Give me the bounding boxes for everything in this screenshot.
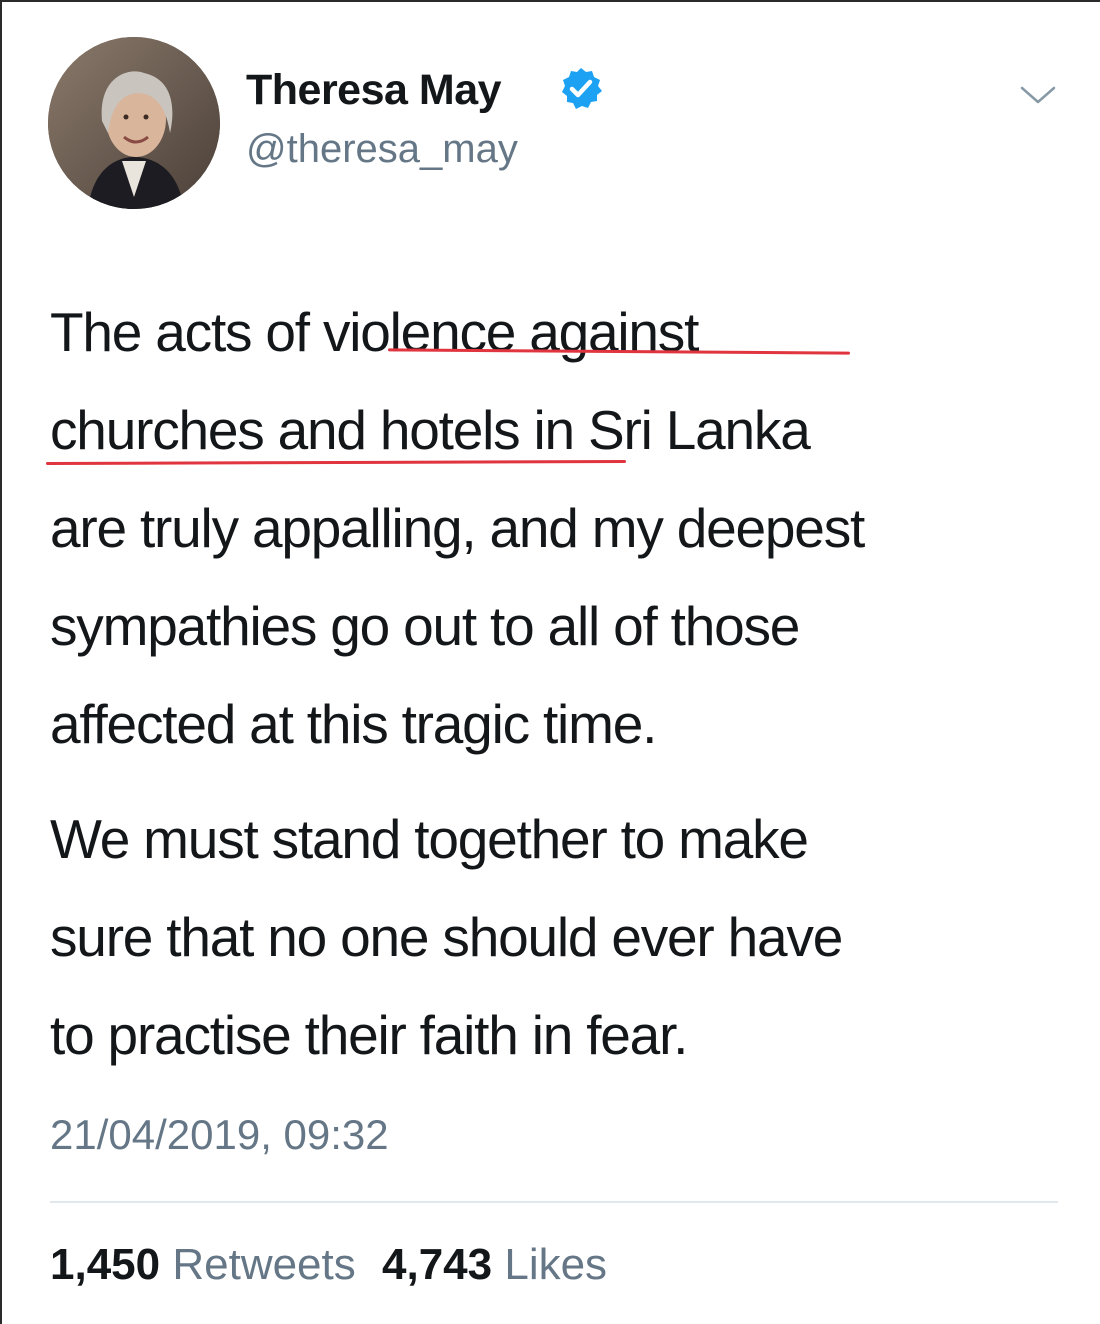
retweets-label: Retweets [172, 1240, 356, 1289]
chevron-down-icon[interactable] [1018, 80, 1058, 110]
avatar[interactable] [48, 37, 220, 209]
tweet-text-paragraph-1: The acts of violence against churches an… [50, 283, 1060, 773]
retweets-count: 1,450 [50, 1240, 161, 1289]
tweet-timestamp[interactable]: 21/04/2019, 09:32 [50, 1111, 389, 1159]
retweets-stat[interactable]: 1,450 Retweets [50, 1240, 368, 1289]
tweet-line: sympathies go out to all of those [50, 595, 800, 657]
window-border-top [0, 0, 1100, 2]
tweet-line: to practise their faith in fear. [50, 1004, 688, 1066]
tweet-line: sure that no one should ever have [50, 906, 843, 968]
tweet-text-paragraph-2: We must stand together to make sure that… [50, 790, 1060, 1084]
verified-badge-icon [562, 68, 602, 109]
user-handle[interactable]: @theresa_may [246, 127, 518, 172]
tweet-stats: 1,450 Retweets 4,743 Likes [50, 1240, 607, 1290]
tweet-line: are truly appalling, and my deepest [50, 497, 865, 559]
tweet-line: affected at this tragic time. [50, 693, 657, 755]
window-border-left [0, 0, 2, 1324]
likes-label: Likes [504, 1240, 608, 1289]
display-name[interactable]: Theresa May [246, 66, 502, 115]
tweet-line: The acts of violence against [50, 301, 699, 363]
tweet-line: We must stand together to make [50, 808, 809, 870]
divider [50, 1201, 1058, 1203]
likes-count: 4,743 [382, 1240, 493, 1289]
likes-stat[interactable]: 4,743 Likes [382, 1240, 607, 1289]
